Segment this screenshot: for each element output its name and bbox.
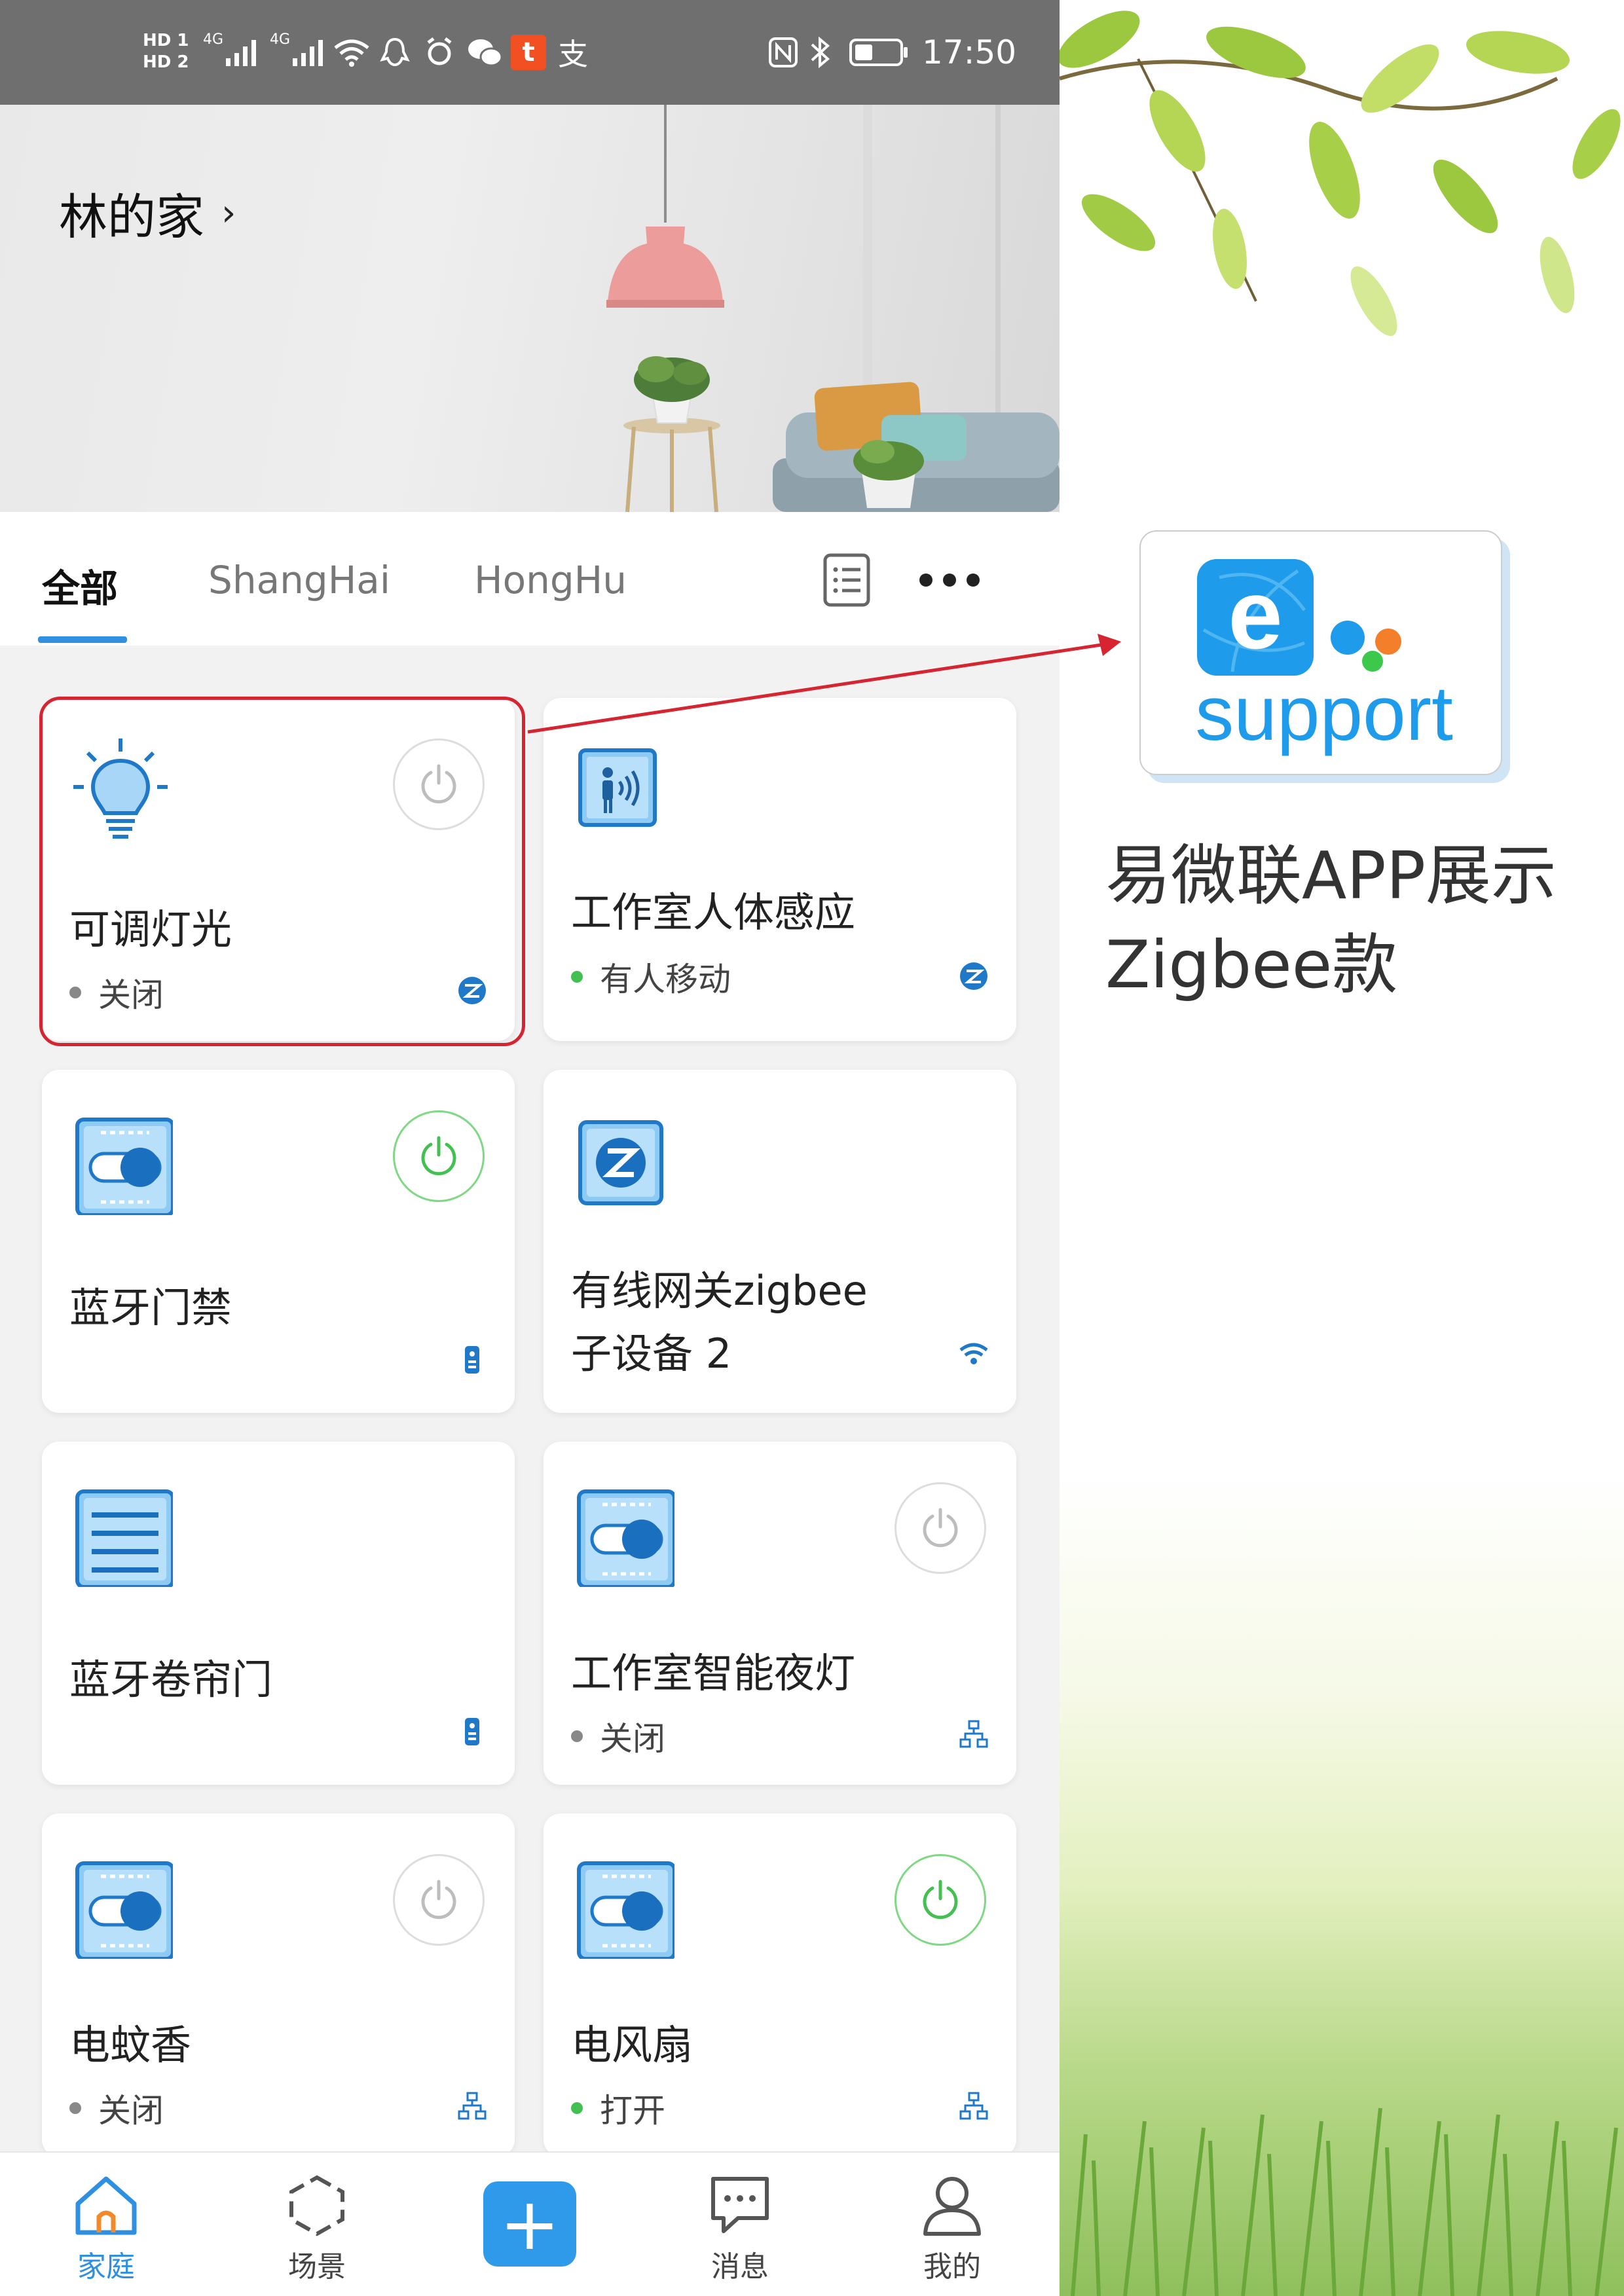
home-icon bbox=[75, 2176, 137, 2235]
switch-toggle-icon bbox=[75, 1118, 173, 1215]
device-name: 工作室人体感应 bbox=[571, 888, 856, 936]
mesh-icon bbox=[959, 2092, 988, 2120]
device-status: 打开 bbox=[571, 2085, 665, 2132]
switch-toggle-icon bbox=[577, 1489, 674, 1587]
status-dot bbox=[571, 2102, 583, 2114]
scene-icon bbox=[289, 2175, 344, 2236]
device-card-bluetooth-shutter[interactable]: 蓝牙卷帘门 bbox=[42, 1442, 515, 1785]
device-name: 工作室智能夜灯 bbox=[571, 1649, 856, 1697]
nav-messages[interactable]: 消息 bbox=[674, 2172, 805, 2285]
zigbee-gateway-icon bbox=[578, 1120, 663, 1205]
power-button[interactable] bbox=[895, 1854, 986, 1946]
esupport-logo-card: e support bbox=[1139, 530, 1502, 775]
esupport-logo: e support bbox=[1195, 559, 1453, 757]
device-name: 有线网关zigbee 子设备 2 bbox=[571, 1260, 868, 1385]
nav-scene-label: 场景 bbox=[288, 2250, 346, 2284]
bluetooth-device-icon bbox=[465, 1718, 479, 1745]
add-device-button[interactable]: + bbox=[483, 2181, 576, 2267]
device-card-electric-fan[interactable]: 电风扇 打开 bbox=[544, 1813, 1016, 2157]
mesh-icon bbox=[458, 2092, 487, 2120]
wifi-icon bbox=[959, 1343, 988, 1364]
power-button[interactable] bbox=[895, 1482, 986, 1574]
device-name-line2: 子设备 2 bbox=[571, 1330, 732, 1378]
bottom-navigation: 家庭 场景 + 消息 我的 bbox=[0, 2151, 1060, 2296]
grass-decoration bbox=[1071, 2107, 1618, 2296]
status-dot bbox=[571, 1730, 583, 1742]
device-status-text: 关闭 bbox=[600, 1720, 665, 1758]
mesh-icon bbox=[959, 1720, 988, 1748]
power-icon bbox=[421, 1880, 456, 1920]
power-button[interactable] bbox=[393, 1854, 485, 1946]
nav-profile-label: 我的 bbox=[923, 2250, 981, 2284]
device-status-text: 有人移动 bbox=[600, 960, 731, 998]
device-name: 电风扇 bbox=[571, 2021, 693, 2069]
device-name-line1: 有线网关zigbee bbox=[571, 1267, 868, 1315]
plus-icon: + bbox=[499, 2182, 561, 2266]
device-name: 电蚊香 bbox=[69, 2021, 192, 2069]
power-icon bbox=[421, 1136, 456, 1176]
device-status-text: 关闭 bbox=[98, 2092, 164, 2130]
device-status: 有人移动 bbox=[571, 953, 731, 1000]
bluetooth-device-icon bbox=[465, 1346, 479, 1374]
logo-wordmark: support bbox=[1195, 670, 1453, 757]
device-status: 关闭 bbox=[69, 2085, 164, 2132]
device-name: 蓝牙门禁 bbox=[69, 1284, 232, 1332]
device-status-text: 打开 bbox=[600, 2092, 665, 2130]
zigbee-icon bbox=[960, 962, 987, 990]
power-icon bbox=[923, 1880, 958, 1920]
device-card-bluetooth-door[interactable]: 蓝牙门禁 bbox=[42, 1070, 515, 1413]
nav-profile[interactable]: 我的 bbox=[887, 2172, 1018, 2285]
power-icon bbox=[923, 1508, 958, 1548]
device-card-night-light[interactable]: 工作室智能夜灯 关闭 bbox=[544, 1442, 1016, 1785]
switch-toggle-icon bbox=[75, 1861, 173, 1959]
device-card-mosquito-repellent[interactable]: 电蚊香 关闭 bbox=[42, 1813, 515, 2157]
nav-home[interactable]: 家庭 bbox=[41, 2172, 172, 2285]
curtain-icon bbox=[75, 1489, 173, 1587]
nav-messages-label: 消息 bbox=[711, 2250, 769, 2284]
power-button[interactable] bbox=[393, 1110, 485, 1202]
switch-toggle-icon bbox=[577, 1861, 674, 1959]
profile-icon bbox=[923, 2177, 981, 2236]
status-dot bbox=[69, 2102, 81, 2114]
nav-home-label: 家庭 bbox=[77, 2250, 135, 2284]
promo-caption: 易微联APP展示 Zigbee款 bbox=[1105, 837, 1557, 1003]
message-icon bbox=[711, 2177, 769, 2233]
device-status: 关闭 bbox=[571, 1713, 665, 1760]
device-name: 蓝牙卷帘门 bbox=[69, 1656, 273, 1704]
nav-scene[interactable]: 场景 bbox=[251, 2172, 382, 2285]
logo-letter-e: e bbox=[1228, 559, 1282, 669]
device-card-zigbee-gateway-child[interactable]: 有线网关zigbee 子设备 2 bbox=[544, 1070, 1016, 1413]
status-dot bbox=[571, 971, 583, 983]
